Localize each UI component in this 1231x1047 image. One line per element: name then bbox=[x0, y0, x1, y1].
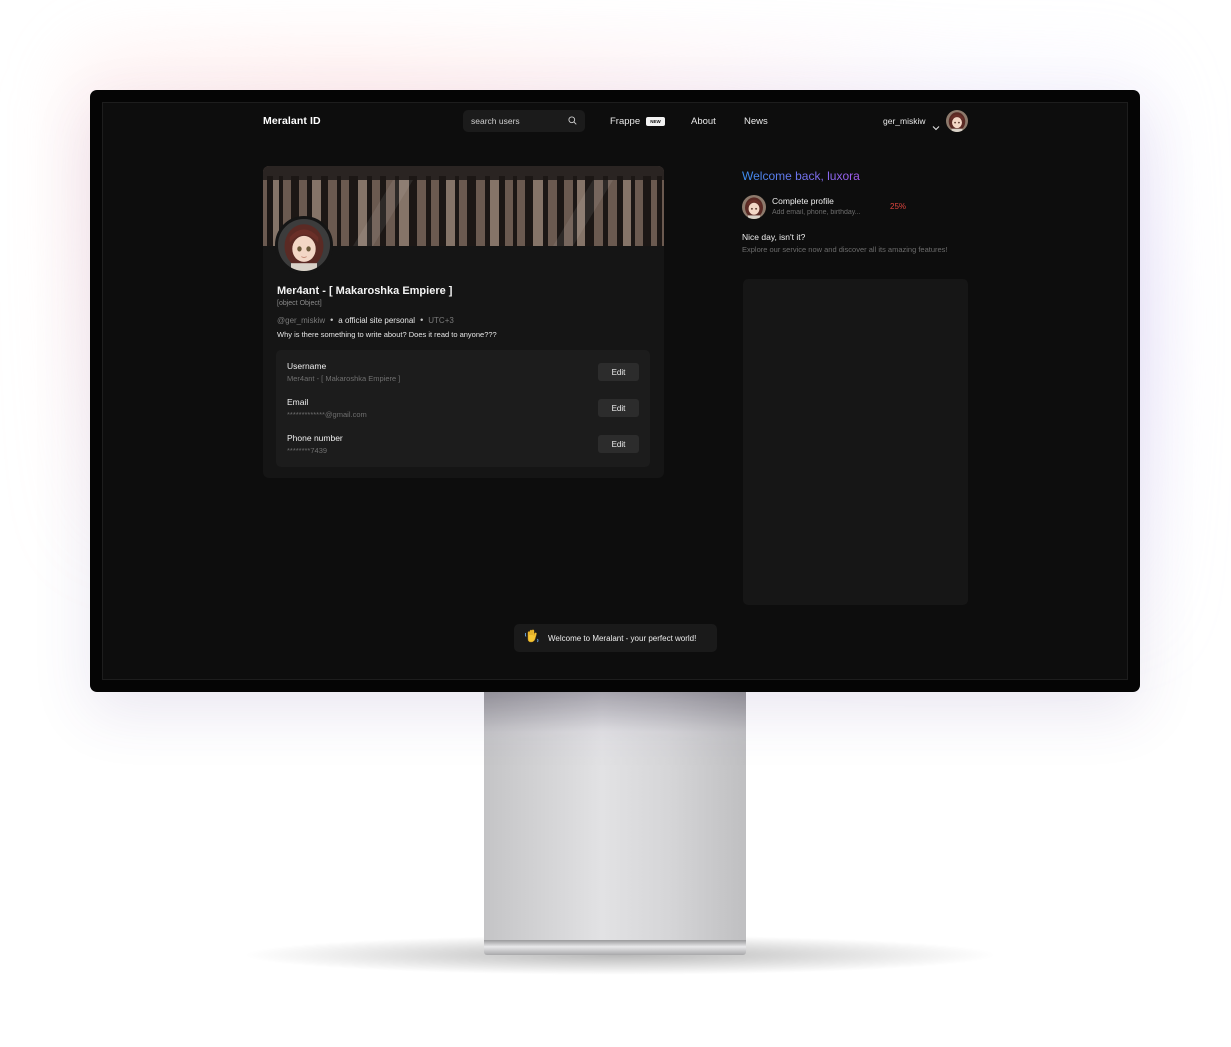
complete-profile-subtitle: Add email, phone, birthday... bbox=[772, 209, 861, 216]
monitor-bezel: Meralant ID Frappe NEW About News ger_mi… bbox=[90, 90, 1140, 692]
field-username: Username Mer4ant - [ Makaroshka Empiere … bbox=[287, 361, 639, 391]
field-value: ********7439 bbox=[287, 446, 328, 455]
profile-role: a official site personal bbox=[338, 315, 416, 325]
search-icon[interactable] bbox=[568, 112, 577, 130]
nav-link-frappe[interactable]: Frappe bbox=[610, 116, 640, 127]
complete-profile-percent: 25% bbox=[890, 202, 907, 211]
welcome-toast: Welcome to Meralant - your perfect world… bbox=[514, 624, 717, 652]
field-value: Mer4ant - [ Makaroshka Empiere ] bbox=[287, 374, 401, 383]
user-menu-name[interactable]: ger_miskiw bbox=[883, 116, 926, 126]
separator-dot: • bbox=[330, 315, 334, 325]
field-label: Email bbox=[287, 397, 309, 407]
profile-display-name: Mer4ant - [ Makaroshka Empiere ] bbox=[277, 285, 453, 297]
toast-message: Welcome to Meralant - your perfect world… bbox=[548, 633, 697, 643]
field-phone: Phone number ********7439 Edit bbox=[287, 433, 639, 463]
stand-shadow bbox=[484, 692, 746, 732]
search-input[interactable] bbox=[471, 116, 561, 126]
search-bar[interactable] bbox=[463, 110, 585, 132]
welcome-heading: Welcome back, luxora bbox=[742, 169, 860, 183]
edit-username-button[interactable]: Edit bbox=[598, 363, 639, 381]
field-email: Email *************@gmail.com Edit bbox=[287, 397, 639, 427]
profile-card: Mer4ant - [ Makaroshka Empiere ] [object… bbox=[263, 166, 664, 478]
nav-link-news[interactable]: News bbox=[744, 116, 768, 127]
profile-timezone: UTC+3 bbox=[428, 315, 454, 325]
edit-phone-button[interactable]: Edit bbox=[598, 435, 639, 453]
complete-profile-title[interactable]: Complete profile bbox=[772, 196, 834, 206]
greeting-title: Nice day, isn't it? bbox=[742, 232, 806, 242]
profile-avatar[interactable] bbox=[275, 216, 333, 274]
field-value: *************@gmail.com bbox=[287, 410, 367, 419]
chevron-down-icon[interactable] bbox=[932, 118, 940, 136]
complete-profile-avatar[interactable] bbox=[742, 195, 766, 219]
separator-dot: • bbox=[420, 315, 424, 325]
nav-link-about[interactable]: About bbox=[691, 116, 716, 127]
profile-object-label: [object Object] bbox=[277, 300, 322, 307]
app-screen: Meralant ID Frappe NEW About News ger_mi… bbox=[102, 102, 1128, 680]
brand-logo[interactable]: Meralant ID bbox=[263, 115, 321, 127]
waving-hand-icon bbox=[524, 628, 540, 649]
profile-handle: @ger_miskiw bbox=[277, 315, 326, 325]
new-badge: NEW bbox=[646, 117, 665, 126]
edit-email-button[interactable]: Edit bbox=[598, 399, 639, 417]
user-avatar[interactable] bbox=[946, 110, 968, 132]
profile-meta: @ger_miskiw • a official site personal •… bbox=[277, 315, 454, 325]
account-fields: Username Mer4ant - [ Makaroshka Empiere … bbox=[276, 350, 650, 467]
greeting-subtitle: Explore our service now and discover all… bbox=[742, 245, 948, 254]
monitor-stand-base bbox=[484, 940, 746, 955]
field-label: Username bbox=[287, 361, 327, 371]
profile-bio: Why is there something to write about? D… bbox=[277, 330, 497, 339]
side-panel bbox=[743, 279, 968, 605]
field-label: Phone number bbox=[287, 433, 343, 443]
